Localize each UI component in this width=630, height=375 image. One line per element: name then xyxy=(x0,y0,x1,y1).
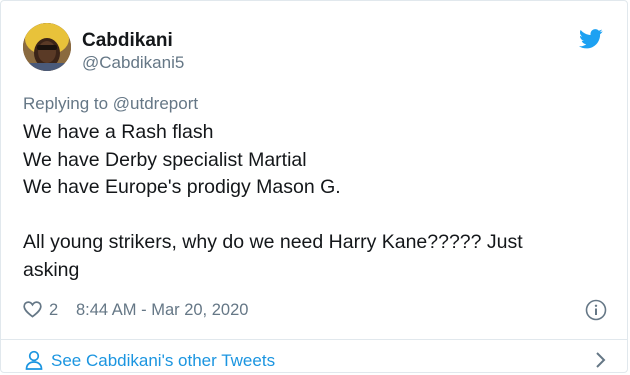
timestamp[interactable]: 8:44 AM - Mar 20, 2020 xyxy=(76,301,248,320)
tweet-text-line: asking xyxy=(23,258,80,281)
tweet-text-line: We have Europe's prodigy Mason G. xyxy=(23,176,341,198)
author-block: Cabdikani @Cabdikani5 xyxy=(82,30,184,74)
info-icon[interactable] xyxy=(585,299,607,321)
replying-to: Replying to @utdreport xyxy=(23,94,198,114)
tweet-meta: 2 8:44 AM - Mar 20, 2020 xyxy=(23,299,607,325)
tweet-header: Cabdikani @Cabdikani5 xyxy=(23,23,607,79)
tweet-text-line: All young strikers, why do we need Harry… xyxy=(23,231,523,253)
like-count[interactable]: 2 xyxy=(49,301,58,320)
chevron-right-icon[interactable] xyxy=(593,351,607,369)
see-other-tweets-link[interactable]: See Cabdikani's other Tweets xyxy=(23,347,607,373)
replying-to-link[interactable]: @utdreport xyxy=(113,94,198,113)
replying-prefix: Replying to xyxy=(23,94,113,113)
divider xyxy=(1,339,627,340)
tweet-card: Cabdikani @Cabdikani5 Replying to @utdre… xyxy=(0,0,628,373)
heart-icon[interactable] xyxy=(23,301,42,318)
tweet-text-line: We have Derby specialist Martial xyxy=(23,148,307,171)
tweet-text-line: We have a Rash flash xyxy=(23,121,214,143)
avatar-image xyxy=(23,23,71,71)
author-handle[interactable]: @Cabdikani5 xyxy=(82,52,184,74)
person-icon xyxy=(25,350,43,370)
see-other-tweets-label[interactable]: See Cabdikani's other Tweets xyxy=(51,351,275,371)
avatar[interactable] xyxy=(23,23,71,71)
twitter-bird-icon[interactable] xyxy=(579,29,603,49)
tweet-text: We have a Rash flash We have Derby speci… xyxy=(23,119,583,284)
author-display-name[interactable]: Cabdikani xyxy=(82,30,184,52)
